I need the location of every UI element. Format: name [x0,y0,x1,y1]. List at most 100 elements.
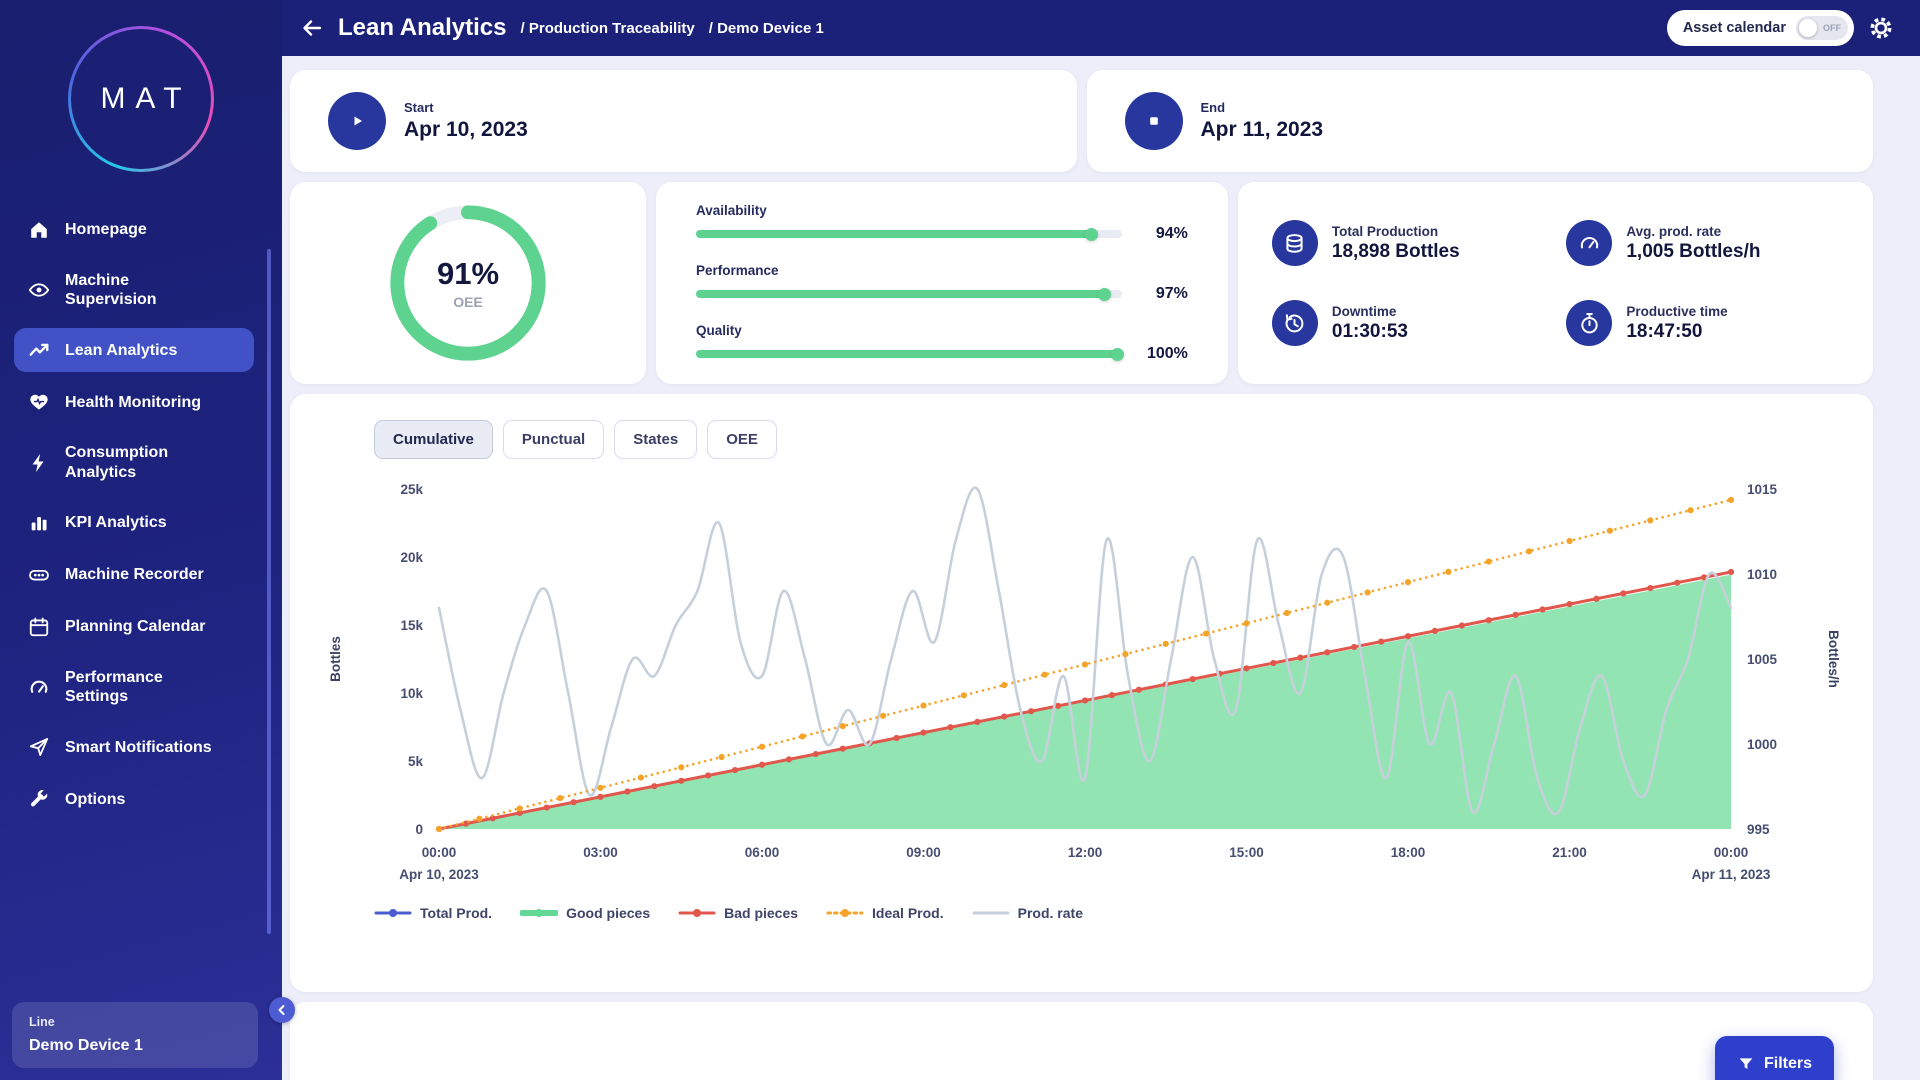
tab-cumulative[interactable]: Cumulative [374,420,493,459]
sidebar-item-homepage[interactable]: Homepage [14,208,254,252]
gauge-icon [28,676,50,698]
kpi-row: 91% OEE Availability94%Performance97%Qua… [290,182,1873,384]
svg-text:1005: 1005 [1747,652,1778,667]
back-button[interactable] [300,16,324,40]
line-selector-value: Demo Device 1 [29,1037,241,1055]
play-icon [328,92,386,150]
legend-item-bad-pieces[interactable]: Bad pieces [678,905,798,921]
sidebar-item-label: KPI Analytics [65,513,167,532]
legend-label: Total Prod. [420,905,492,921]
brand-logo-inner: MAT [71,29,211,169]
brand-logo: MAT [68,26,214,172]
svg-text:12:00: 12:00 [1068,845,1103,860]
kpi-total-production: Total Production18,898 Bottles [1272,220,1566,266]
end-text: End Apr 11, 2023 [1201,100,1324,142]
legend-label: Ideal Prod. [872,905,944,921]
svg-text:10k: 10k [400,686,423,701]
availability-progress-bar [696,230,1122,238]
filters-button[interactable]: Filters [1715,1036,1834,1080]
sidebar-item-smart-notifications[interactable]: Smart Notifications [14,725,254,769]
production-kpis-card: Total Production18,898 BottlesAvg. prod.… [1238,182,1873,384]
stopwatch-icon [1566,300,1612,346]
chart-legend: Total Prod. Good pieces Bad pieces Ideal Pr… [374,905,1849,921]
svg-text:09:00: 09:00 [906,845,941,860]
svg-text:1010: 1010 [1747,567,1777,582]
metric-value: 94% [1136,225,1188,243]
trending-up-icon [28,339,50,361]
svg-text:995: 995 [1747,822,1770,837]
oee-donut-wrap: 91% OEE [375,190,561,376]
toggle-knob [1799,19,1817,37]
sidebar: MAT Homepage Machine Supervision Lean Anal… [0,0,282,1080]
toggle-state-label: OFF [1823,23,1841,33]
sidebar-scrollbar[interactable] [267,249,271,934]
asset-calendar-control[interactable]: Asset calendar OFF [1667,10,1854,46]
legend-item-ideal-prod[interactable]: Ideal Prod. [826,905,944,921]
quality-progress-bar [696,350,1122,358]
svg-text:5k: 5k [408,754,424,769]
filter-icon [1737,1055,1755,1073]
metric-value: 97% [1136,285,1188,303]
sidebar-item-machine-supervision[interactable]: Machine Supervision [14,260,254,320]
legend-label: Bad pieces [724,905,798,921]
home-icon [28,219,50,241]
sidebar-item-health-monitoring[interactable]: Health Monitoring [14,380,254,424]
legend-item-total-prod[interactable]: Total Prod. [374,905,492,921]
line-selector-label: Line [29,1015,241,1029]
tab-states[interactable]: States [614,420,697,459]
wrench-icon [28,788,50,810]
send-icon [28,736,50,758]
breadcrumb-production-traceability[interactable]: / Production Traceability [521,20,695,37]
legend-swatch [826,906,864,920]
breadcrumb-demo-device[interactable]: / Demo Device 1 [709,20,824,37]
sidebar-item-consumption-analytics[interactable]: Consumption Analytics [14,432,254,492]
sidebar-item-label: Smart Notifications [65,738,212,757]
main-content: Start Apr 10, 2023 End Apr 11, 2023 [282,56,1920,1080]
sidebar-item-machine-recorder[interactable]: Machine Recorder [14,553,254,597]
kpi-avg-prod-rate: Avg. prod. rate1,005 Bottles/h [1566,220,1839,266]
bar-chart-icon [28,512,50,534]
settings-button[interactable] [1868,15,1894,41]
legend-label: Good pieces [566,905,650,921]
kpi-value: 18:47:50 [1626,321,1727,343]
asset-calendar-label: Asset calendar [1683,20,1786,36]
sidebar-item-planning-calendar[interactable]: Planning Calendar [14,605,254,649]
chevron-left-icon [276,1004,288,1016]
line-selector[interactable]: Line Demo Device 1 [12,1002,258,1068]
metric-label: Quality [696,323,1188,338]
arrow-left-icon [300,16,324,40]
tab-punctual[interactable]: Punctual [503,420,604,459]
legend-item-good-pieces[interactable]: Good pieces [520,905,650,921]
sidebar-item-label: Lean Analytics [65,341,177,360]
kpi-value: 1,005 Bottles/h [1626,241,1760,263]
svg-text:Apr 11, 2023: Apr 11, 2023 [1692,867,1771,882]
sidebar-item-label: Consumption Analytics [65,443,215,481]
sidebar-item-options[interactable]: Options [14,777,254,821]
kpi-label: Downtime [1332,304,1408,319]
stop-icon [1125,92,1183,150]
bolt-icon [28,452,50,474]
sidebar-item-kpi-analytics[interactable]: KPI Analytics [14,501,254,545]
sidebar-item-label: Machine Recorder [65,565,204,584]
page-title: Lean Analytics [338,14,507,42]
oee-components-card: Availability94%Performance97%Quality100% [656,182,1228,384]
svg-text:21:00: 21:00 [1552,845,1587,860]
start-text: Start Apr 10, 2023 [404,100,528,142]
filters-button-label: Filters [1764,1055,1812,1073]
end-label: End [1201,100,1324,115]
sidebar-item-lean-analytics[interactable]: Lean Analytics [14,328,254,372]
kpi-value: 01:30:53 [1332,321,1408,343]
svg-text:25k: 25k [400,482,423,497]
progress-fill [696,350,1122,358]
svg-text:20k: 20k [400,550,423,565]
sidebar-collapse-button[interactable] [269,997,295,1023]
progress-fill [696,290,1109,298]
sidebar-item-performance-settings[interactable]: Performance Settings [14,657,254,717]
production-icon [1272,220,1318,266]
svg-text:1000: 1000 [1747,737,1777,752]
legend-item-prod-rate[interactable]: Prod. rate [972,905,1083,921]
bottom-card [290,1002,1873,1080]
asset-calendar-toggle[interactable]: OFF [1796,16,1848,40]
sidebar-item-label: Homepage [65,220,147,239]
tab-oee[interactable]: OEE [707,420,777,459]
